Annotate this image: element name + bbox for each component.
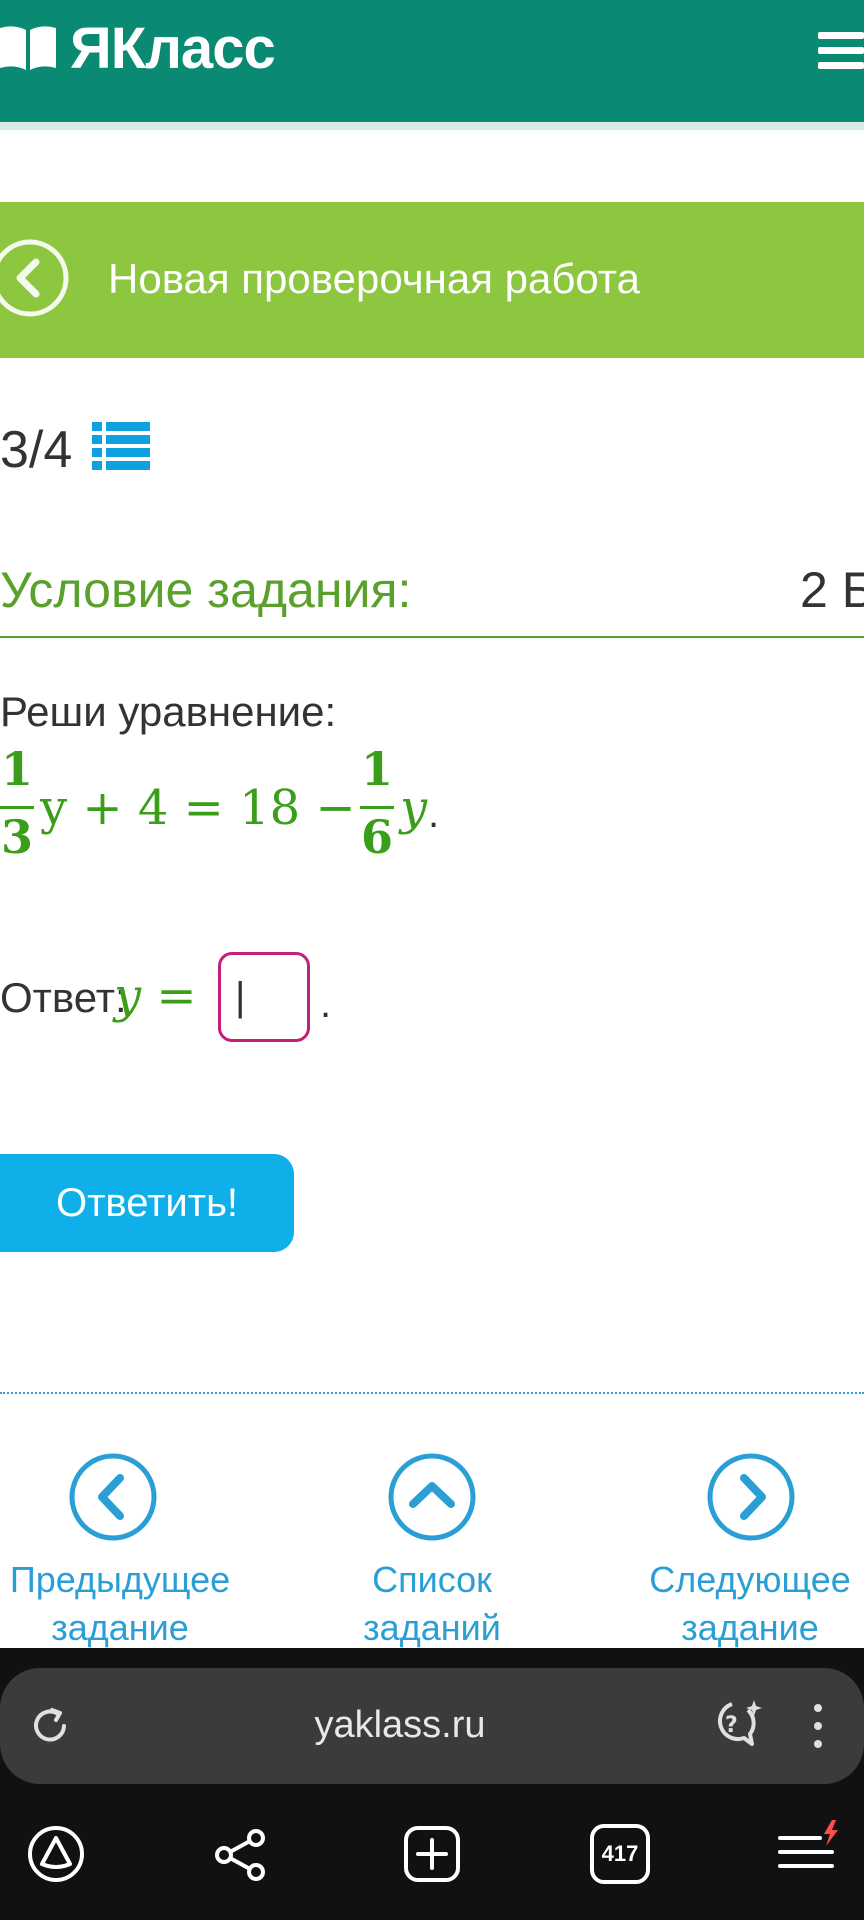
header-strip bbox=[0, 122, 864, 130]
equation-middle: y + 4 = 18 − bbox=[40, 780, 356, 836]
test-title: Новая проверочная работа bbox=[108, 255, 640, 302]
next-task-link[interactable]: Следующее задание bbox=[630, 1556, 864, 1652]
condition-divider bbox=[0, 636, 864, 638]
fraction1-numerator: 1 bbox=[0, 742, 33, 796]
new-tab-icon[interactable] bbox=[402, 1824, 462, 1884]
hamburger-menu-icon[interactable] bbox=[818, 30, 864, 72]
task-progress: 3/4 bbox=[0, 421, 73, 479]
browser-home-icon[interactable] bbox=[26, 1824, 86, 1884]
task-list-label-1: Список bbox=[372, 1559, 492, 1600]
fraction2-denominator: 6 bbox=[360, 810, 393, 864]
answer-label: Ответ: bbox=[0, 974, 127, 1021]
browser-menu-icon[interactable] bbox=[776, 1818, 842, 1884]
previous-task-label-1: Предыдущее bbox=[9, 1559, 231, 1600]
equation-end-variable: y bbox=[400, 780, 428, 836]
task-list-link[interactable]: Список заданий bbox=[312, 1556, 552, 1652]
next-task-label-1: Следующее bbox=[649, 1559, 851, 1600]
task-list-icon[interactable] bbox=[92, 420, 150, 472]
reload-icon[interactable] bbox=[28, 1704, 72, 1748]
book-logo-icon[interactable] bbox=[0, 24, 56, 70]
fraction1-bar bbox=[0, 806, 34, 809]
url-text[interactable]: yaklass.ru bbox=[240, 1700, 560, 1750]
condition-heading: Условие задания: bbox=[0, 562, 412, 618]
back-arrow-icon[interactable] bbox=[0, 238, 70, 318]
task-list-label-2: заданий bbox=[363, 1607, 501, 1648]
next-task-label-2: задание bbox=[681, 1607, 819, 1648]
more-vertical-icon[interactable] bbox=[808, 1702, 828, 1750]
submit-answer-button[interactable]: Ответить! bbox=[0, 1154, 294, 1252]
fraction2-bar bbox=[360, 806, 394, 809]
share-icon[interactable] bbox=[212, 1826, 270, 1884]
previous-task-link[interactable]: Предыдущее задание bbox=[0, 1556, 240, 1652]
previous-task-icon[interactable] bbox=[68, 1452, 158, 1542]
answer-variable: y = bbox=[114, 968, 197, 1024]
task-points: 2 Б bbox=[800, 562, 864, 618]
task-list-up-icon[interactable] bbox=[387, 1452, 477, 1542]
next-task-icon[interactable] bbox=[706, 1452, 796, 1542]
equation-dot: . bbox=[428, 792, 440, 836]
answer-input[interactable]: | bbox=[218, 952, 310, 1042]
assistant-chat-icon[interactable]: ? bbox=[708, 1696, 764, 1752]
previous-task-label-2: задание bbox=[51, 1607, 189, 1648]
task-instruction: Реши уравнение: bbox=[0, 688, 337, 735]
site-logo-text[interactable]: ЯКласс bbox=[70, 14, 276, 84]
answer-dot: . bbox=[320, 982, 332, 1026]
fraction1-denominator: 3 bbox=[0, 810, 33, 864]
tabs-count-icon[interactable]: 417 bbox=[590, 1824, 650, 1884]
section-divider bbox=[0, 1392, 864, 1394]
fraction2-numerator: 1 bbox=[360, 742, 393, 796]
svg-text:?: ? bbox=[725, 1713, 738, 1738]
